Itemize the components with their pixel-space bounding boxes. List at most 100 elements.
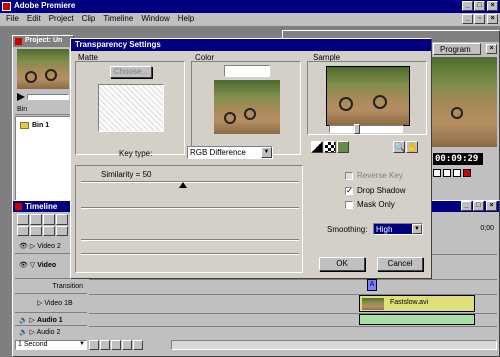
stop-icon[interactable] (453, 169, 461, 177)
edge-view-icon[interactable] (111, 340, 121, 350)
link-tool-icon[interactable] (43, 225, 55, 236)
reverse-key-checkbox[interactable] (345, 172, 353, 180)
chevron-down-icon[interactable]: ▼ (412, 224, 422, 234)
menu-window[interactable]: Window (141, 14, 169, 25)
cutoff-slider-track[interactable] (81, 239, 299, 241)
clip-thumbnail (362, 298, 384, 310)
speaker-icon[interactable]: 🔊 (19, 317, 28, 324)
folder-icon (20, 121, 29, 129)
choose-button-label: Choose... (113, 67, 149, 76)
menu-clip[interactable]: Clip (82, 14, 96, 25)
similarity-slider-thumb[interactable] (179, 182, 187, 188)
drop-shadow-checkbox[interactable]: ✓ (345, 187, 353, 195)
minimize-button[interactable]: _ (462, 1, 473, 11)
zoom-select[interactable]: 1 Second ▼ (15, 340, 87, 350)
transition-marker[interactable]: A (367, 279, 377, 291)
key-color-swatch[interactable] (224, 65, 270, 77)
timeline-close-button[interactable]: × (486, 201, 497, 211)
chevron-down-icon[interactable]: ▼ (261, 147, 272, 158)
track-label: Video 2 (37, 243, 61, 250)
fade-tool-icon[interactable] (56, 225, 68, 236)
menu-project[interactable]: Project (49, 14, 74, 25)
menu-timeline[interactable]: Timeline (103, 14, 133, 25)
eye-icon[interactable]: 👁 (19, 262, 28, 269)
lane-divider (89, 279, 497, 280)
hand-icon[interactable]: ✋ (406, 141, 418, 153)
timeline-hscrollbar[interactable] (171, 340, 497, 350)
hand-tool-icon[interactable] (17, 225, 29, 236)
track-audio-2[interactable]: 🔊 ▷ Audio 2 (15, 327, 87, 337)
project-scrub-bar[interactable] (27, 94, 69, 100)
menu-help[interactable]: Help (178, 14, 194, 25)
transparency-dialog[interactable]: Transparency Settings Matte Choose... Co… (70, 38, 432, 279)
mdi-close-button[interactable]: × (487, 14, 498, 24)
sample-slider-thumb[interactable] (354, 124, 360, 134)
timeline-minimize-button[interactable]: _ (461, 201, 472, 211)
menu-file[interactable]: File (6, 14, 19, 25)
bin-item[interactable]: Bin 1 (20, 120, 70, 130)
cancel-button[interactable]: Cancel (377, 257, 423, 271)
project-titlebar: Project: Un (13, 36, 73, 47)
sync-mode-icon[interactable] (133, 340, 143, 350)
play-icon[interactable] (443, 169, 451, 177)
rider-figure (45, 69, 57, 81)
menu-edit[interactable]: Edit (27, 14, 41, 25)
snap-edges-icon[interactable] (100, 340, 110, 350)
chevron-down-icon[interactable]: ▼ (79, 341, 85, 347)
mdi-restore-button[interactable]: ▫ (474, 14, 485, 24)
selection-tool-icon[interactable] (17, 214, 29, 225)
razor-tool-icon[interactable] (56, 214, 68, 225)
clip-audio-fastslow[interactable] (359, 314, 475, 325)
choose-button[interactable]: Choose... (110, 66, 152, 78)
checkerboard-bg-icon[interactable] (324, 141, 336, 153)
collapse-triangle-icon[interactable]: ▽ (30, 262, 35, 269)
speaker-icon[interactable]: 🔊 (19, 329, 28, 336)
track-tool-icon[interactable] (43, 214, 55, 225)
timecode-value: 00:09:29 (435, 154, 479, 164)
monitor-close-button[interactable]: × (486, 44, 497, 54)
threshold-slider-track[interactable] (81, 207, 299, 209)
image-bg-icon[interactable] (337, 141, 349, 153)
maximize-button[interactable]: □ (474, 1, 485, 11)
track-format-icon[interactable] (89, 340, 99, 350)
step-back-icon[interactable] (433, 169, 441, 177)
tab-program[interactable]: Program (433, 43, 481, 55)
matte-group: Choose... (75, 61, 185, 155)
track-audio-1[interactable]: 🔊 ▷ Audio 1 (15, 314, 87, 326)
mask-only-label: Mask Only (357, 200, 395, 209)
track-label: Audio 1 (37, 317, 63, 324)
marquee-tool-icon[interactable] (30, 214, 42, 225)
project-window[interactable]: Project: Un Bin Bin 1 (12, 35, 74, 205)
timeline-maximize-button[interactable]: □ (473, 201, 484, 211)
black-white-bg-icon[interactable] (311, 141, 323, 153)
expand-triangle-icon[interactable]: ▷ (30, 317, 35, 324)
program-video (431, 57, 497, 147)
timeline-window-icon (15, 203, 22, 210)
zoom-tool-icon[interactable] (30, 225, 42, 236)
expand-triangle-icon[interactable]: ▷ (30, 243, 35, 250)
mark-in-icon[interactable] (463, 169, 471, 177)
timeline-tools[interactable] (17, 214, 73, 236)
color-preview[interactable] (214, 80, 280, 134)
close-button[interactable]: × (487, 1, 498, 11)
similarity-slider-track[interactable] (81, 181, 299, 183)
expand-triangle-icon[interactable]: ▷ (37, 300, 42, 307)
track-video-1b[interactable]: ▷ Video 1B (15, 295, 87, 313)
dialog-titlebar: Transparency Settings (71, 39, 431, 51)
mask-only-checkbox[interactable] (345, 201, 353, 209)
timeline-status-buttons[interactable] (89, 340, 169, 350)
expand-triangle-icon[interactable]: ▷ (30, 329, 35, 336)
smoothing-select[interactable]: High ▼ (373, 223, 423, 235)
eye-icon[interactable]: 👁 (19, 243, 28, 250)
key-type-select[interactable]: RGB Difference ▼ (187, 146, 273, 159)
mdi-minimize-button[interactable]: _ (462, 14, 473, 24)
zoom-icon[interactable]: 🔍 (393, 141, 405, 153)
project-play-button[interactable] (17, 93, 25, 101)
clip-fastslow[interactable]: Fastslow.avi (359, 295, 475, 312)
timeline-ruler[interactable]: 0;00 (439, 215, 497, 235)
ok-button[interactable]: OK (319, 257, 365, 271)
monitor-transport-controls[interactable] (433, 169, 495, 179)
sample-view-buttons[interactable]: 🔍 ✋ (311, 141, 427, 153)
shift-tracks-icon[interactable] (122, 340, 132, 350)
sample-slider-track[interactable] (329, 124, 403, 134)
